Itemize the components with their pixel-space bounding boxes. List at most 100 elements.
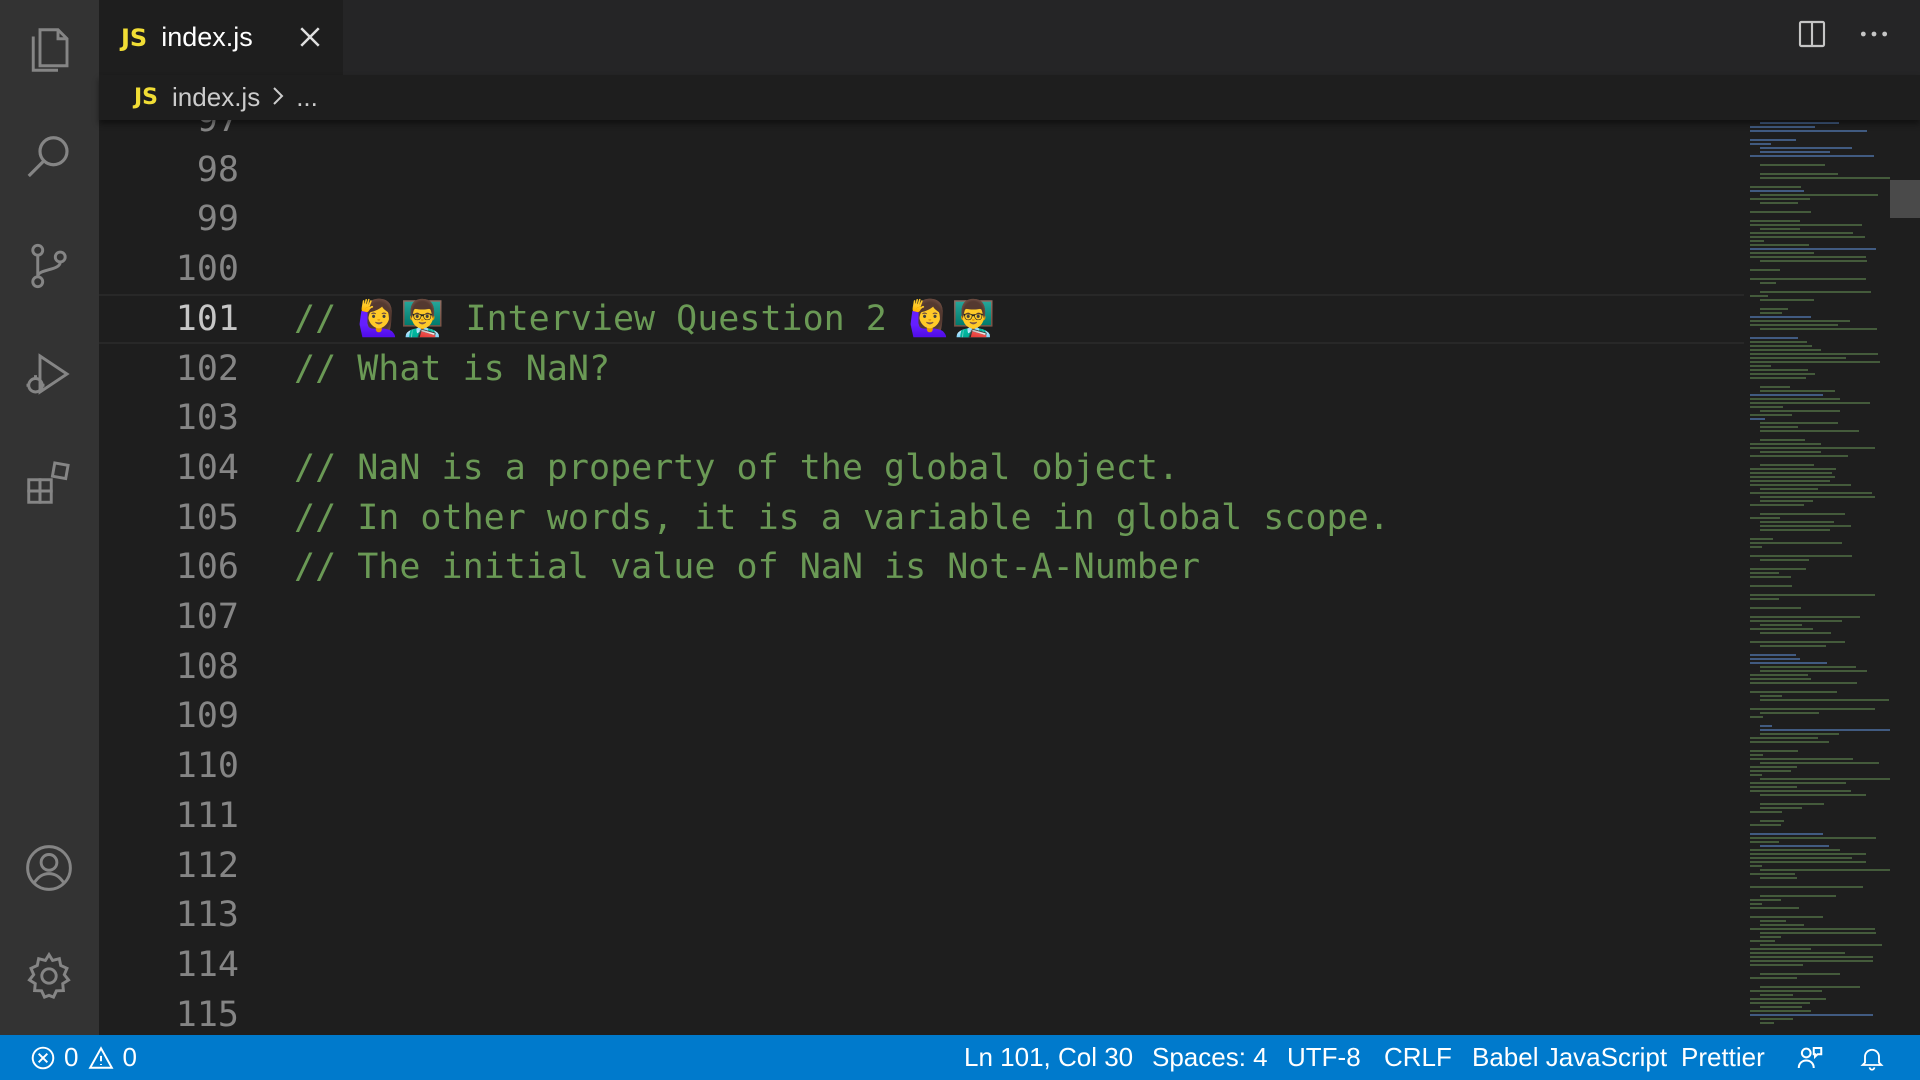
minimap-line (1750, 853, 1866, 855)
minimap-line (1750, 585, 1792, 587)
encoding[interactable]: UTF-8 (1287, 1035, 1361, 1080)
minimap-line (1750, 861, 1866, 863)
code-line[interactable]: 114 (99, 940, 1744, 990)
extensions-icon[interactable] (19, 452, 79, 512)
minimap-line (1750, 1002, 1810, 1004)
minimap-line (1750, 865, 1762, 867)
minimap-line (1750, 455, 1848, 457)
minimap-line (1750, 476, 1835, 478)
minimap-line (1750, 790, 1851, 792)
tab-bar: JS index.js (99, 0, 1920, 75)
accounts-icon[interactable] (19, 838, 79, 898)
code-editor[interactable]: 97 98 99 100 101 // 🙋‍♀️👨‍🏫 Interview Questio… (99, 120, 1920, 1035)
code-line[interactable]: 97 (99, 120, 1744, 145)
problems-indicator[interactable]: 0 0 (30, 1035, 137, 1080)
minimap-line (1750, 418, 1765, 420)
code-line[interactable]: 98 (99, 145, 1744, 195)
minimap-line (1760, 559, 1809, 561)
line-number: 112 (175, 845, 239, 886)
run-debug-icon[interactable] (19, 344, 79, 404)
minimap-line (1760, 712, 1819, 714)
source-control-icon[interactable] (19, 236, 79, 296)
minimap-line (1760, 666, 1856, 668)
code-line[interactable]: 102 // What is NaN? (99, 344, 1744, 394)
minimap-line (1760, 430, 1859, 432)
code-line[interactable]: 112 (99, 841, 1744, 891)
minimap-line (1750, 641, 1845, 643)
minimap-line (1750, 837, 1876, 839)
minimap-line (1760, 202, 1798, 204)
formatter[interactable]: Prettier (1681, 1035, 1765, 1080)
cursor-position[interactable]: Ln 101, Col 30 (964, 1035, 1133, 1080)
code-line[interactable]: 113 (99, 890, 1744, 940)
minimap-line (1760, 410, 1840, 412)
minimap-line (1750, 737, 1818, 739)
code-line[interactable]: 111 (99, 791, 1744, 841)
end-of-line[interactable]: CRLF (1384, 1035, 1452, 1080)
minimap-line (1760, 291, 1871, 293)
minimap-line (1750, 414, 1792, 416)
split-editor-icon[interactable] (1796, 18, 1828, 50)
minimap-line (1750, 345, 1812, 347)
more-actions-icon[interactable] (1858, 18, 1890, 50)
tab-index-js[interactable]: JS index.js (99, 0, 343, 75)
code-line[interactable]: 108 (99, 642, 1744, 692)
minimap-line (1750, 568, 1806, 570)
code-line[interactable]: 103 (99, 393, 1744, 443)
settings-icon[interactable] (19, 946, 79, 1006)
indentation[interactable]: Spaces: 4 (1152, 1035, 1268, 1080)
minimap-line (1750, 365, 1771, 367)
minimap-line (1760, 932, 1876, 934)
minimap-line (1750, 211, 1811, 213)
minimap-line (1750, 708, 1875, 710)
language-mode[interactable]: Babel JavaScript (1472, 1035, 1667, 1080)
minimap-line (1750, 899, 1781, 901)
line-number: 108 (175, 646, 239, 687)
minimap-line (1750, 517, 1780, 519)
minimap-line (1760, 529, 1830, 531)
feedback-icon[interactable] (1795, 1035, 1825, 1080)
minimap-line (1760, 1018, 1793, 1020)
code-line[interactable]: 100 (99, 244, 1744, 294)
code-line[interactable]: 115 (99, 990, 1744, 1035)
code-line[interactable]: 106 // The initial value of NaN is Not-A-… (99, 542, 1744, 592)
code-line[interactable]: 105 // In other words, it is a variable i… (99, 493, 1744, 543)
minimap-line (1750, 252, 1814, 254)
code-line[interactable]: 99 (99, 194, 1744, 244)
js-file-icon: JS (121, 23, 148, 52)
minimap-line (1760, 151, 1830, 153)
line-number: 105 (175, 497, 239, 538)
code-line[interactable]: 104 // NaN is a property of the global ob… (99, 443, 1744, 493)
close-icon[interactable] (295, 22, 325, 52)
minimap-line (1750, 811, 1782, 813)
minimap-line (1750, 468, 1836, 470)
explorer-icon[interactable] (19, 20, 79, 80)
minimap-line (1750, 616, 1860, 618)
code-line[interactable]: 109 (99, 691, 1744, 741)
minimap-line (1750, 472, 1832, 474)
minimap-line (1760, 260, 1867, 262)
minimap-line (1760, 670, 1867, 672)
scrollbar-thumb[interactable] (1890, 180, 1920, 218)
code-line[interactable]: 110 (99, 741, 1744, 791)
notifications-icon[interactable] (1858, 1035, 1886, 1080)
breadcrumb-file[interactable]: index.js (172, 82, 260, 113)
minimap-line (1750, 484, 1851, 486)
minimap-line (1760, 386, 1790, 388)
search-icon[interactable] (19, 128, 79, 188)
minimap-line (1750, 240, 1764, 242)
minimap-line (1750, 1010, 1811, 1012)
minimap-line (1750, 857, 1852, 859)
minimap-line (1760, 464, 1814, 466)
minimap-line (1750, 443, 1821, 445)
minimap-line (1750, 538, 1773, 540)
minimap[interactable] (1746, 120, 1890, 1035)
breadcrumb-symbols[interactable]: ... (296, 82, 318, 113)
minimap-line (1750, 572, 1779, 574)
minimap-line (1760, 1006, 1802, 1008)
line-number: 97 (196, 120, 239, 140)
line-number: 103 (175, 398, 239, 439)
code-line[interactable]: 107 (99, 592, 1744, 642)
code-line[interactable]: 101 // 🙋‍♀️👨‍🏫 Interview Question 2 🙋‍♀️👨… (99, 293, 1744, 344)
minimap-line (1750, 377, 1806, 379)
